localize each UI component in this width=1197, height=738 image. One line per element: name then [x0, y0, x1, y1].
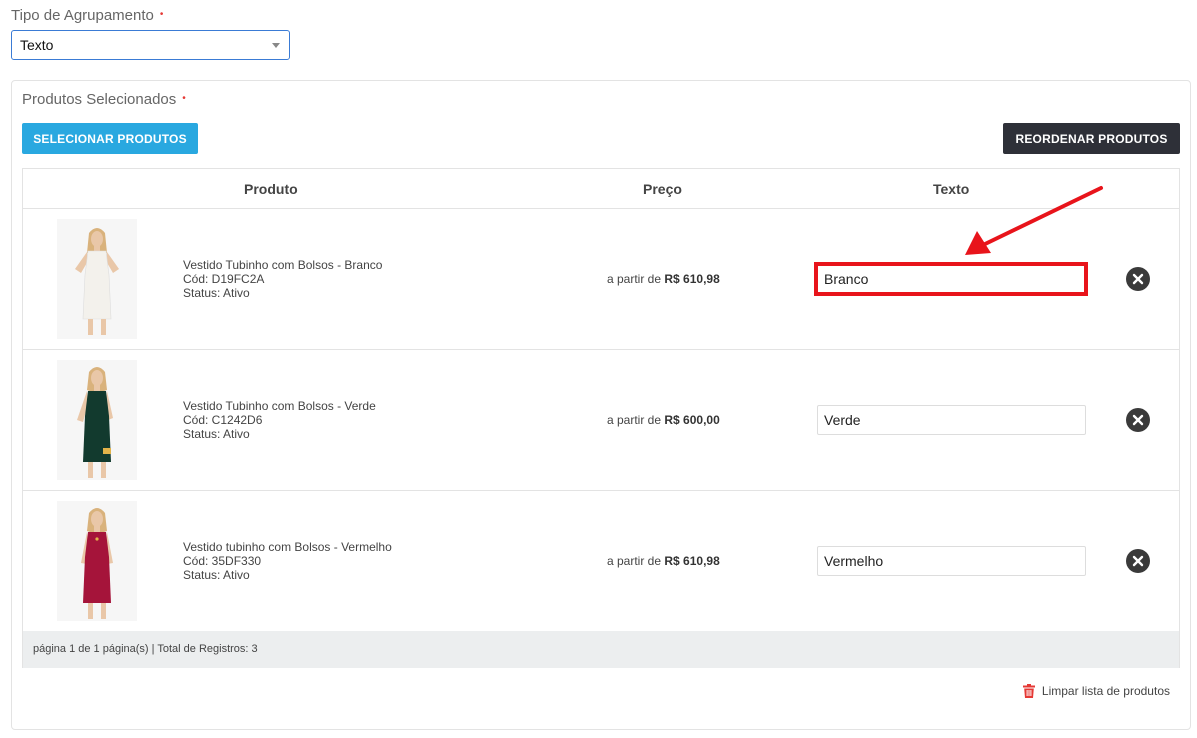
panel-title: Produtos Selecionados •	[22, 91, 186, 108]
product-image-red-dress	[57, 501, 137, 621]
price-prefix: a partir de	[607, 413, 662, 427]
column-header-text: Texto	[933, 181, 970, 197]
close-icon	[1132, 273, 1144, 285]
product-code: Cód: 35DF330	[183, 554, 262, 568]
product-price: a partir de R$ 600,00	[607, 413, 720, 427]
required-indicator: •	[159, 9, 164, 20]
trash-icon	[1022, 684, 1035, 698]
product-text-input[interactable]	[817, 546, 1086, 576]
clear-list-label: Limpar lista de produtos	[1041, 684, 1170, 698]
grouping-label: Tipo de Agrupamento •	[11, 7, 164, 24]
close-icon	[1132, 414, 1144, 426]
grouping-select-value: Texto	[20, 37, 54, 53]
product-code: Cód: D19FC2A	[183, 272, 265, 286]
product-info: Vestido tubinho com Bolsos - Vermelho Có…	[183, 540, 392, 582]
price-prefix: a partir de	[607, 554, 662, 568]
price-value: R$ 600,00	[664, 413, 720, 427]
reorder-products-button[interactable]: REORDENAR PRODUTOS	[1003, 123, 1180, 154]
product-status: Status: Ativo	[183, 286, 250, 300]
product-info: Vestido Tubinho com Bolsos - Verde Cód: …	[183, 399, 376, 441]
product-code: Cód: C1242D6	[183, 413, 263, 427]
product-status: Status: Ativo	[183, 568, 250, 582]
products-table: Produto Preço Texto Vestido Tubinho com …	[22, 168, 1180, 668]
price-prefix: a partir de	[607, 272, 662, 286]
product-image-white-dress	[57, 219, 137, 339]
remove-product-button[interactable]	[1126, 549, 1150, 573]
column-header-product: Produto	[244, 181, 298, 197]
product-name: Vestido Tubinho com Bolsos - Branco	[183, 258, 383, 272]
remove-product-button[interactable]	[1126, 267, 1150, 291]
product-text-input[interactable]	[817, 264, 1086, 294]
close-icon	[1132, 555, 1144, 567]
table-pagination-footer: página 1 de 1 página(s) | Total de Regis…	[23, 631, 1179, 668]
grouping-type-select[interactable]: Texto	[11, 30, 290, 60]
product-name: Vestido tubinho com Bolsos - Vermelho	[183, 540, 392, 554]
select-products-button[interactable]: SELECIONAR PRODUTOS	[22, 123, 198, 154]
clear-product-list-link[interactable]: Limpar lista de produtos	[1022, 684, 1170, 698]
remove-product-button[interactable]	[1126, 408, 1150, 432]
selected-products-panel: Produtos Selecionados • SELECIONAR PRODUT…	[11, 80, 1191, 730]
product-info: Vestido Tubinho com Bolsos - Branco Cód:…	[183, 258, 382, 300]
table-row: Vestido Tubinho com Bolsos - Branco Cód:…	[23, 209, 1179, 350]
product-price: a partir de R$ 610,98	[607, 554, 720, 568]
product-text-input[interactable]	[817, 405, 1086, 435]
price-value: R$ 610,98	[664, 554, 720, 568]
column-header-price: Preço	[643, 181, 682, 197]
table-row: Vestido tubinho com Bolsos - Vermelho Có…	[23, 491, 1179, 632]
required-indicator: •	[182, 93, 186, 104]
product-name: Vestido Tubinho com Bolsos - Verde	[183, 399, 376, 413]
table-header: Produto Preço Texto	[23, 169, 1179, 209]
dropdown-caret-icon	[272, 43, 280, 48]
price-value: R$ 610,98	[664, 272, 720, 286]
product-price: a partir de R$ 610,98	[607, 272, 720, 286]
table-row: Vestido Tubinho com Bolsos - Verde Cód: …	[23, 350, 1179, 491]
product-image-green-dress	[57, 360, 137, 480]
product-status: Status: Ativo	[183, 427, 250, 441]
